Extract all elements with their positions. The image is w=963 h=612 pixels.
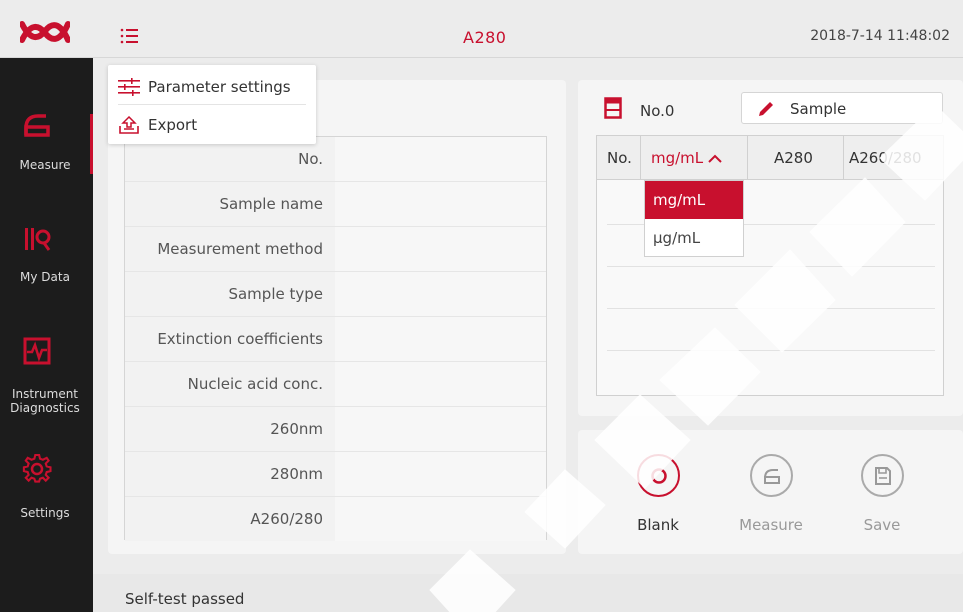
info-label: 280nm [125,452,335,496]
results-table-header: No. mg/mL A280 A260/280 [597,136,943,180]
sidebar-item-my-data[interactable]: My Data [0,168,93,284]
info-label: 260nm [125,407,335,451]
measure-button-label: Measure [739,516,803,534]
info-value [335,272,546,316]
menu-item-label: Parameter settings [148,78,291,96]
sidebar-item-instrument-diagnostics[interactable]: Instrument Diagnostics [0,280,93,415]
info-value [335,497,546,541]
measure-button[interactable]: Measure [726,454,816,544]
diagnostics-icon [23,337,51,365]
info-label: Extinction coefficients [125,317,335,361]
sliders-icon [118,78,140,96]
info-label: Nucleic acid conc. [125,362,335,406]
unit-option-mg-ml[interactable]: mg/mL [645,181,743,219]
sidebar-item-measure[interactable]: Measure [0,58,93,174]
measure-icon [764,469,780,484]
pencil-icon [759,102,773,116]
column-separator [640,136,641,180]
app-window: A280 2018-7-14 11:48:02 Measure My Data [0,0,963,612]
save-button-label: Save [863,516,901,534]
blank-button[interactable]: Blank [613,454,703,544]
table-row-divider [607,350,935,351]
info-row-measurement-method: Measurement method [125,227,546,272]
my-data-icon [25,228,51,251]
info-label: Measurement method [125,227,335,271]
info-value [335,317,546,361]
top-bar: A280 2018-7-14 11:48:02 [0,0,963,58]
info-value [335,227,546,271]
info-row-260nm: 260nm [125,407,546,452]
menu-list-icon[interactable] [120,27,138,45]
info-value [335,137,546,181]
info-label: Sample name [125,182,335,226]
info-value [335,407,546,451]
info-row-extinction-coefficients: Extinction coefficients [125,317,546,362]
sample-button-label: Sample [790,100,847,118]
sidebar: Measure My Data Instrument Diagnostics S… [0,58,93,612]
column-header-a260-280: A260/280 [849,149,922,167]
sample-name-button[interactable]: Sample [741,92,943,124]
info-value [335,362,546,406]
menu-item-label: Export [148,116,198,134]
info-row-a260-280: A260/280 [125,497,546,542]
sample-info-table: No. Sample name Measurement method Sampl… [124,136,547,542]
column-separator [747,136,748,180]
menu-divider [118,104,306,105]
sidebar-item-label: Settings [20,506,70,520]
menu-item-export[interactable]: Export [118,109,308,139]
measure-icon [24,114,50,137]
document-icon [604,97,622,119]
unit-option-ug-ml[interactable]: µg/mL [645,219,743,257]
info-label: Sample type [125,272,335,316]
blank-button-label: Blank [637,516,679,534]
column-header-no: No. [607,149,632,167]
blank-circle-icon [651,468,667,484]
column-separator [843,136,844,180]
column-header-a280: A280 [774,149,813,167]
main-menu-dropdown: Parameter settings Export [108,65,316,144]
export-icon [119,116,139,134]
results-table: No. mg/mL A280 A260/280 [596,135,944,396]
info-row-sample-type: Sample type [125,272,546,317]
sidebar-item-settings[interactable]: Settings [0,398,93,520]
info-row-280nm: 280nm [125,452,546,497]
datetime-display: 2018-7-14 11:48:02 [810,28,950,44]
status-bar: Self-test passed [93,574,963,612]
chevron-up-icon [708,154,722,163]
sample-number: No.0 [640,102,675,120]
info-row-sample-name: Sample name [125,182,546,227]
info-row-nucleic-acid-conc: Nucleic acid conc. [125,362,546,407]
info-value [335,182,546,226]
menu-item-parameter-settings[interactable]: Parameter settings [118,71,308,101]
unit-dropdown: mg/mL µg/mL [644,180,744,257]
gear-icon [22,454,52,483]
table-row-divider [607,308,935,309]
status-message: Self-test passed [125,590,245,608]
info-value [335,452,546,496]
brand-logo-icon [20,21,70,43]
save-icon [875,467,891,485]
save-button[interactable]: Save [837,454,927,544]
column-header-unit[interactable]: mg/mL [651,149,722,167]
info-label: A260/280 [125,497,335,541]
page-title: A280 [463,28,507,47]
table-row-divider [607,266,935,267]
